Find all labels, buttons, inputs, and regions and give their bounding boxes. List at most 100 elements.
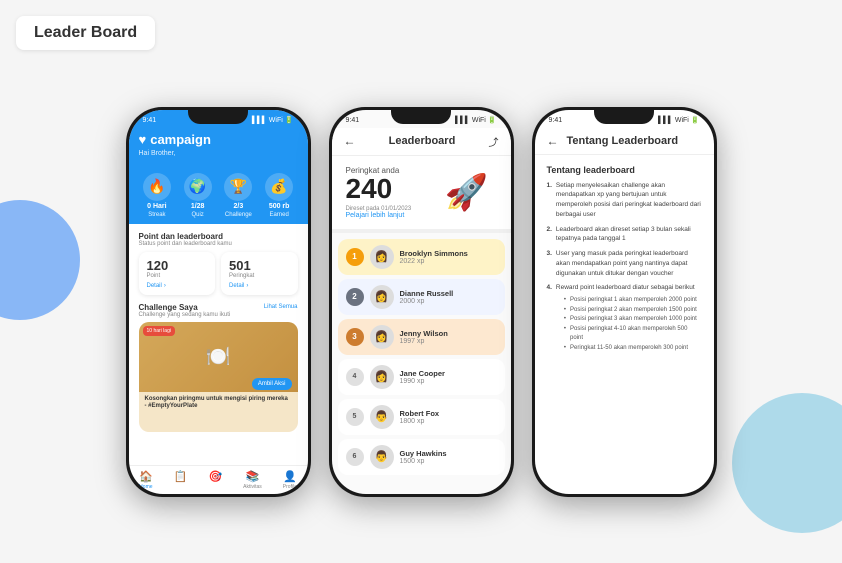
home-icon: 🏠: [139, 470, 153, 483]
point-card-rank: 501 Peringkat Detail ›: [221, 252, 298, 295]
activity-icon: 📚: [246, 470, 260, 483]
tentang-back-button[interactable]: ←: [547, 134, 559, 148]
lb-name-3: Jenny Wilson: [400, 329, 497, 338]
lb-badge-1: 1: [346, 248, 364, 266]
lb-share-button[interactable]: ⤴: [488, 134, 498, 149]
lb-avatar-3: 👩: [370, 325, 394, 349]
lb-rank-info: Peringkat anda 240 Direset pada 01/01/20…: [346, 166, 412, 219]
nav-profile[interactable]: 👤 Profile: [283, 470, 297, 490]
tentang-section-title: Tentang leaderboard: [547, 165, 702, 175]
leader-board-tag: Leader Board: [16, 16, 155, 50]
lb-name-6: Guy Hawkins: [400, 449, 497, 458]
lb-item-6: 6 👨 Guy Hawkins 1500 xp: [338, 439, 505, 475]
lb-item-1: 1 👩 Brooklyn Simmons 2022 xp: [338, 239, 505, 275]
phone-1-time: 9:41: [143, 117, 157, 124]
lb-avatar-2: 👩: [370, 285, 394, 309]
lb-badge-2: 2: [346, 288, 364, 306]
lb-xp-6: 1500 xp: [400, 458, 497, 465]
challenge-description: Kosongkan piringmu untuk mengisi piring …: [139, 392, 298, 416]
lb-badge-3: 3: [346, 328, 364, 346]
lb-item-2: 2 👩 Dianne Russell 2000 xp: [338, 279, 505, 315]
list-icon: 📋: [174, 470, 188, 483]
lb-item-3: 3 👩 Jenny Wilson 1997 xp: [338, 319, 505, 355]
campaign-heart: ♥: [139, 132, 147, 147]
tentang-subitem-4: • Posisi peringkat 4-10 akan memperoleh …: [564, 325, 702, 344]
campaign-header: ♥ campaign Hai Brother,: [129, 128, 308, 167]
campaign-icon-earned: 💰 500 rb Earned: [265, 173, 293, 218]
campaign-icons-row: 🔥 0 Hari Streak 🌍 1/28 Quiz 🏆 2/3 Challe…: [129, 167, 308, 224]
phone-2-time: 9:41: [346, 117, 360, 124]
lb-info-5: Robert Fox 1800 xp: [400, 409, 497, 425]
tentang-item-1: 1. Setiap menyelesaikan challenge akan m…: [547, 181, 702, 220]
tentang-header: ← Tentang Leaderboard: [535, 128, 714, 155]
lb-list: 1 👩 Brooklyn Simmons 2022 xp 2 👩 Dianne …: [332, 233, 511, 494]
lb-xp-2: 2000 xp: [400, 298, 497, 305]
phone-2-screen: 9:41 ▌▌▌ WiFi 🔋 ← Leaderboard ⤴ Peringka…: [332, 110, 511, 494]
tentang-item-2: 2. Leaderboard akan direset setiap 3 bul…: [547, 225, 702, 245]
lb-avatar-6: 👨: [370, 445, 394, 469]
rank-detail-link[interactable]: Detail ›: [229, 283, 290, 289]
campaign-name: campaign: [150, 132, 211, 147]
campaign-icon-streak: 🔥 0 Hari Streak: [143, 173, 171, 218]
lb-name-5: Robert Fox: [400, 409, 497, 418]
phone-2: 9:41 ▌▌▌ WiFi 🔋 ← Leaderboard ⤴ Peringka…: [329, 107, 514, 497]
campaign-icon-quiz: 🌍 1/28 Quiz: [184, 173, 212, 218]
lb-name-1: Brooklyn Simmons: [400, 249, 497, 258]
lb-avatar-1: 👩: [370, 245, 394, 269]
lb-header: ← Leaderboard ⤴: [332, 128, 511, 156]
campaign-subtitle: Hai Brother,: [139, 150, 298, 157]
challenge-link[interactable]: Lihat Semua: [264, 304, 298, 310]
challenge-header: Challenge Saya Lihat Semua: [139, 303, 298, 312]
tentang-item-3: 3. User yang masuk pada peringkat leader…: [547, 249, 702, 278]
campaign-title: ♥ campaign: [139, 132, 298, 147]
lb-title: Leaderboard: [389, 135, 456, 147]
bottom-nav: 🏠 Home 📋 🎯 📚 Aktivitas: [129, 465, 308, 494]
lb-back-button[interactable]: ←: [344, 134, 356, 148]
lb-rank-section: Peringkat anda 240 Direset pada 01/01/20…: [332, 156, 511, 233]
challenge-section: Challenge Saya Lihat Semua Challenge yan…: [129, 299, 308, 436]
lb-badge-5: 5: [346, 408, 364, 426]
phone-1-status-icons: ▌▌▌ WiFi 🔋: [252, 116, 294, 124]
lb-name-2: Dianne Russell: [400, 289, 497, 298]
campaign-icon-challenge: 🏆 2/3 Challenge: [224, 173, 252, 218]
phone-3-time: 9:41: [549, 117, 563, 124]
nav-challenge[interactable]: 🎯: [208, 470, 222, 490]
phones-container: 9:41 ▌▌▌ WiFi 🔋 ♥ campaign Hai Brother,: [0, 0, 842, 563]
point-label: Point: [147, 273, 208, 279]
tentang-subitem-1: • Posisi peringkat 1 akan memperoleh 200…: [564, 296, 702, 306]
phone-2-inner: 9:41 ▌▌▌ WiFi 🔋 ← Leaderboard ⤴ Peringka…: [332, 110, 511, 494]
phone-1-inner: 9:41 ▌▌▌ WiFi 🔋 ♥ campaign Hai Brother,: [129, 110, 308, 494]
tentang-item-4: 4. Reward point leaderboard diatur sebag…: [547, 283, 702, 353]
nav-home[interactable]: 🏠 Home: [139, 470, 153, 490]
lb-info-2: Dianne Russell 2000 xp: [400, 289, 497, 305]
challenge-subtitle: Challenge yang sedang kamu ikuti: [139, 312, 298, 318]
phone-2-notch: [391, 110, 451, 124]
tentang-subitems: • Posisi peringkat 1 akan memperoleh 200…: [564, 296, 702, 354]
point-section: Point dan leaderboard Status point dan l…: [129, 224, 308, 299]
point-detail-link[interactable]: Detail ›: [147, 283, 208, 289]
point-title: Point dan leaderboard: [139, 232, 298, 241]
point-value: 120: [147, 258, 208, 273]
lb-rank-link[interactable]: Pelajari lebih lanjut: [346, 212, 412, 219]
rank-value: 501: [229, 258, 290, 273]
lb-xp-5: 1800 xp: [400, 418, 497, 425]
phone-3-screen: 9:41 ▌▌▌ WiFi 🔋 ← Tentang Leaderboard Te…: [535, 110, 714, 494]
lb-badge-4: 4: [346, 368, 364, 386]
nav-activity[interactable]: 📚 Aktivitas: [243, 470, 262, 490]
lb-info-4: Jane Cooper 1990 xp: [400, 369, 497, 385]
tentang-content: Tentang leaderboard 1. Setiap menyelesai…: [535, 155, 714, 494]
lb-info-6: Guy Hawkins 1500 xp: [400, 449, 497, 465]
challenge-cta-button[interactable]: Ambil Aksi: [252, 378, 292, 390]
nav-list[interactable]: 📋: [174, 470, 188, 490]
lb-name-4: Jane Cooper: [400, 369, 497, 378]
phone-3-inner: 9:41 ▌▌▌ WiFi 🔋 ← Tentang Leaderboard Te…: [535, 110, 714, 494]
challenge-card: 🍽️ 10 hari lagi Ambil Aksi Kosongkan pir…: [139, 322, 298, 432]
phone-1-notch: [188, 110, 248, 124]
tentang-subitem-2: • Posisi peringkat 2 akan memperoleh 150…: [564, 306, 702, 316]
lb-item-5: 5 👨 Robert Fox 1800 xp: [338, 399, 505, 435]
lb-avatar-5: 👨: [370, 405, 394, 429]
phone-1-screen: 9:41 ▌▌▌ WiFi 🔋 ♥ campaign Hai Brother,: [129, 110, 308, 494]
lb-rank-emoji: 🚀: [437, 167, 497, 217]
tentang-subitem-3: • Posisi peringkat 3 akan memperoleh 100…: [564, 315, 702, 325]
phone-3: 9:41 ▌▌▌ WiFi 🔋 ← Tentang Leaderboard Te…: [532, 107, 717, 497]
